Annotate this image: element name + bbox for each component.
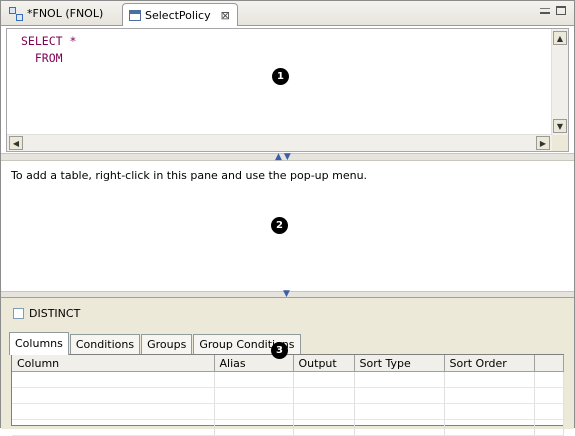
header-sort-order[interactable]: Sort Order (444, 355, 535, 372)
columns-table: Column Alias Output Sort Type Sort Order (12, 355, 564, 436)
table-row[interactable] (12, 387, 564, 404)
sql-builder-window: *FNOL (FNOL) SelectPolicy ⊠ SELECT * FRO… (0, 0, 575, 436)
table-diagram-pane[interactable]: To add a table, right-click in this pane… (1, 161, 574, 291)
scroll-right-icon[interactable]: ▶ (536, 136, 550, 150)
header-extra (534, 355, 564, 372)
tab-selectpolicy[interactable]: SelectPolicy ⊠ (122, 3, 238, 26)
close-tab-icon[interactable]: ⊠ (221, 9, 230, 22)
tab-fnol[interactable]: *FNOL (FNOL) (3, 3, 121, 24)
sql-line-2: FROM (21, 51, 63, 65)
distinct-checkbox[interactable] (13, 308, 24, 319)
scroll-left-icon[interactable]: ◀ (9, 136, 23, 150)
vertical-scrollbar[interactable]: ▲ ▼ (551, 29, 568, 135)
sql-source-editor[interactable]: SELECT * FROM ▲ ▼ ◀ ▶ 1 (6, 28, 569, 152)
tab-conditions[interactable]: Conditions (69, 334, 141, 355)
sql-text[interactable]: SELECT * FROM (21, 33, 76, 67)
table-row[interactable] (12, 403, 564, 420)
distinct-option[interactable]: DISTINCT (13, 307, 80, 320)
design-panel: DISTINCT Columns Conditions Groups Group… (1, 297, 574, 436)
callout-2: 2 (271, 217, 288, 234)
tab-fnol-label: *FNOL (FNOL) (27, 7, 104, 20)
callout-3: 3 (271, 342, 288, 359)
header-output[interactable]: Output (293, 355, 355, 372)
sql-file-icon (129, 9, 141, 21)
header-column[interactable]: Column (12, 355, 215, 372)
scroll-up-icon[interactable]: ▲ (553, 31, 567, 45)
scrollbar-corner (552, 135, 568, 151)
editor-tab-bar: *FNOL (FNOL) SelectPolicy ⊠ (1, 1, 574, 26)
maximize-icon[interactable] (556, 6, 566, 15)
tab-groups[interactable]: Groups (141, 334, 193, 355)
design-tabs: Columns Conditions Groups Group Conditio… (9, 332, 302, 355)
callout-1: 1 (272, 68, 289, 85)
header-sort-type[interactable]: Sort Type (354, 355, 445, 372)
data-object-icon (9, 6, 23, 21)
pane-splitter-top[interactable]: ▲▼ (1, 152, 574, 162)
table-row[interactable] (12, 371, 564, 388)
columns-grid[interactable]: Column Alias Output Sort Type Sort Order (11, 354, 564, 436)
sql-line-1: SELECT * (21, 34, 77, 48)
grid-header-row: Column Alias Output Sort Type Sort Order (12, 355, 564, 372)
horizontal-scrollbar[interactable]: ◀ ▶ (7, 134, 552, 151)
diagram-hint: To add a table, right-click in this pane… (11, 169, 368, 182)
tab-selectpolicy-label: SelectPolicy (145, 8, 211, 22)
distinct-label: DISTINCT (29, 307, 81, 320)
scroll-down-icon[interactable]: ▼ (553, 119, 567, 133)
tab-columns[interactable]: Columns (9, 332, 69, 355)
minimize-icon[interactable] (540, 8, 550, 14)
